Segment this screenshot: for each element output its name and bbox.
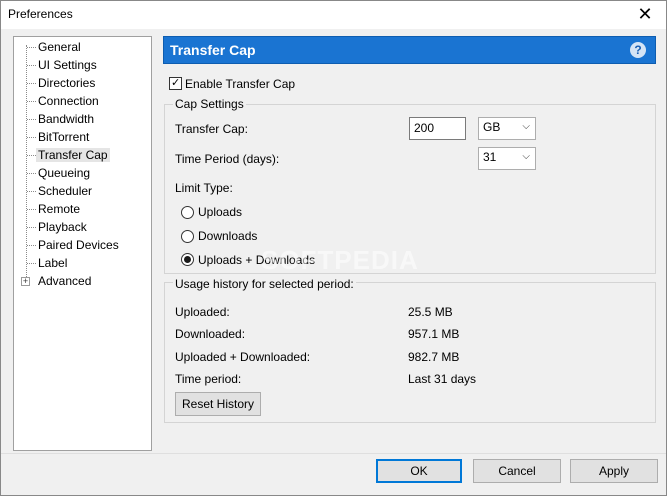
usage-label: Downloaded: xyxy=(175,327,246,341)
radio-selected-dot xyxy=(184,256,191,263)
sidebar-item-label: Playback xyxy=(38,220,87,234)
enable-transfer-cap-checkbox[interactable]: ✓ xyxy=(169,77,182,90)
page-title: Transfer Cap xyxy=(170,42,256,58)
radio-uploads[interactable] xyxy=(181,206,194,219)
cancel-button[interactable]: Cancel xyxy=(473,459,561,483)
usage-history-legend: Usage history for selected period: xyxy=(173,277,356,291)
sidebar-item-directories[interactable]: Directories xyxy=(36,74,97,92)
tree-connector-line xyxy=(26,45,27,283)
sidebar-item-label: Advanced xyxy=(38,274,92,288)
preferences-window: Preferences ✕ General UI Settings Direct… xyxy=(0,0,667,496)
sidebar-item-remote[interactable]: Remote xyxy=(36,200,82,218)
tree-connector xyxy=(27,227,36,228)
tree-connector xyxy=(27,155,36,156)
usage-label: Uploaded + Downloaded: xyxy=(175,350,311,364)
usage-label: Uploaded: xyxy=(175,305,230,319)
radio-uploads-downloads[interactable] xyxy=(181,253,194,266)
sidebar-item-label: Paired Devices xyxy=(38,238,119,252)
radio-downloads-label[interactable]: Downloads xyxy=(198,229,257,243)
tree-connector xyxy=(27,65,36,66)
category-tree[interactable]: General UI Settings Directories Connecti… xyxy=(13,36,152,451)
close-icon[interactable]: ✕ xyxy=(634,3,656,25)
sidebar-item-label-settings[interactable]: Label xyxy=(36,254,69,272)
sidebar-item-label: Remote xyxy=(38,202,81,216)
transfer-cap-input[interactable]: 200 xyxy=(409,117,466,140)
sidebar-item-label: General xyxy=(38,40,81,54)
sidebar-item-ui-settings[interactable]: UI Settings xyxy=(36,56,99,74)
expand-plus-icon[interactable]: + xyxy=(21,277,30,286)
sidebar-item-bittorrent[interactable]: BitTorrent xyxy=(36,128,91,146)
sidebar-item-playback[interactable]: Playback xyxy=(36,218,89,236)
watermark: SOFTPEDIA xyxy=(261,245,419,275)
usage-value: 957.1 MB xyxy=(408,327,460,341)
transfer-cap-value: 200 xyxy=(414,121,435,135)
sidebar-item-paired-devices[interactable]: Paired Devices xyxy=(36,236,121,254)
chevron-down-icon: ⌵ xyxy=(522,151,530,162)
sidebar-item-transfer-cap[interactable]: Transfer Cap xyxy=(36,146,110,164)
usage-value: 25.5 MB xyxy=(408,305,453,319)
radio-uploads-label[interactable]: Uploads xyxy=(198,205,242,219)
panel-header: Transfer Cap ? xyxy=(163,36,656,64)
sidebar-item-label: Directories xyxy=(38,76,96,90)
sidebar-item-advanced[interactable]: Advanced xyxy=(36,272,93,290)
cap-unit-select[interactable]: GB ⌵ xyxy=(478,117,536,140)
sidebar-item-label: Transfer Cap xyxy=(36,148,110,162)
transfer-cap-label: Transfer Cap: xyxy=(175,122,248,136)
sidebar-item-general[interactable]: General xyxy=(36,38,83,56)
help-icon[interactable]: ? xyxy=(630,42,646,58)
sidebar-item-label: BitTorrent xyxy=(38,130,90,144)
tree-connector xyxy=(27,83,36,84)
usage-value: 982.7 MB xyxy=(408,350,460,364)
sidebar-item-label: UI Settings xyxy=(38,58,97,72)
ok-button[interactable]: OK xyxy=(376,459,462,483)
sidebar-item-label: Scheduler xyxy=(38,184,93,198)
tree-connector xyxy=(27,173,36,174)
sidebar-item-connection[interactable]: Connection xyxy=(36,92,101,110)
sidebar-item-label: Bandwidth xyxy=(38,112,95,126)
sidebar-item-bandwidth[interactable]: Bandwidth xyxy=(36,110,96,128)
limit-type-label: Limit Type: xyxy=(175,181,233,195)
tree-connector xyxy=(27,191,36,192)
tree-connector xyxy=(27,119,36,120)
tree-connector xyxy=(27,101,36,102)
checkmark-icon: ✓ xyxy=(171,77,181,89)
reset-history-button[interactable]: Reset History xyxy=(175,392,261,416)
dialog-footer xyxy=(1,453,666,495)
radio-downloads[interactable] xyxy=(181,230,194,243)
sidebar-item-label: Connection xyxy=(38,94,99,108)
tree-connector xyxy=(27,137,36,138)
cap-unit-value: GB xyxy=(483,120,501,134)
usage-label: Time period: xyxy=(175,372,242,386)
window-title: Preferences xyxy=(8,7,73,21)
tree-connector xyxy=(27,209,36,210)
title-bar: Preferences ✕ xyxy=(1,1,666,29)
sidebar-item-scheduler[interactable]: Scheduler xyxy=(36,182,94,200)
tree-connector xyxy=(27,47,36,48)
tree-connector xyxy=(27,263,36,264)
cap-settings-legend: Cap Settings xyxy=(173,97,246,111)
time-period-label: Time Period (days): xyxy=(175,152,280,166)
sidebar-item-label: Label xyxy=(38,256,68,270)
usage-value: Last 31 days xyxy=(408,372,477,386)
time-period-select[interactable]: 31 ⌵ xyxy=(478,147,536,170)
time-period-value: 31 xyxy=(483,150,497,164)
tree-connector xyxy=(27,245,36,246)
sidebar-item-label: Queueing xyxy=(38,166,91,180)
sidebar-item-queueing[interactable]: Queueing xyxy=(36,164,92,182)
enable-transfer-cap-label[interactable]: Enable Transfer Cap xyxy=(185,77,295,91)
apply-button[interactable]: Apply xyxy=(570,459,658,483)
chevron-down-icon: ⌵ xyxy=(522,121,530,132)
